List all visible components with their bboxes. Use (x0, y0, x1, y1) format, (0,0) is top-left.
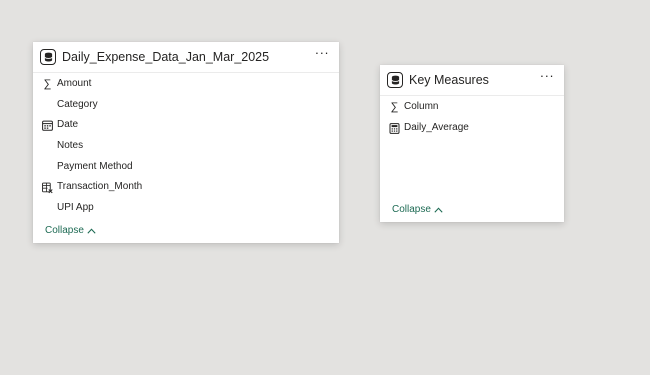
field-label: Daily_Average (404, 121, 469, 133)
field-label: Transaction_Month (57, 181, 143, 193)
table-card-header[interactable]: Daily_Expense_Data_Jan_Mar_2025 ··· (33, 42, 339, 73)
table-card-key-measures[interactable]: Key Measures ··· ∑ Column Daily_Average … (380, 65, 564, 222)
calendar-icon (42, 120, 53, 132)
field-item-daily-average[interactable]: Daily_Average (380, 118, 564, 139)
field-item-column[interactable]: ∑ Column (380, 97, 564, 118)
calculated-column-icon (42, 182, 53, 194)
collapse-label: Collapse (45, 225, 84, 236)
field-label: UPI App (57, 202, 94, 214)
field-item-date[interactable]: Date (33, 115, 339, 136)
table-icon (387, 72, 403, 88)
field-label: Amount (57, 78, 92, 89)
table-card-daily-expense[interactable]: Daily_Expense_Data_Jan_Mar_2025 ··· ∑ Am… (33, 42, 339, 243)
field-item-upi-app[interactable]: UPI App (33, 198, 339, 219)
field-list: ∑ Column Daily_Average (380, 97, 564, 138)
field-label: Column (404, 101, 439, 112)
field-item-amount[interactable]: ∑ Amount (33, 74, 339, 95)
sigma-icon: ∑ (390, 101, 399, 113)
table-card-header[interactable]: Key Measures ··· (380, 65, 564, 96)
field-label: Date (57, 119, 79, 131)
field-item-category[interactable]: Category (33, 95, 339, 116)
table-title: Daily_Expense_Data_Jan_Mar_2025 (62, 50, 270, 64)
sigma-icon: ∑ (43, 78, 52, 90)
field-item-transaction-month[interactable]: Transaction_Month (33, 177, 339, 198)
more-options-button[interactable]: ··· (538, 69, 556, 86)
field-item-notes[interactable]: Notes (33, 136, 339, 157)
field-label: Notes (57, 140, 84, 152)
field-list: ∑ Amount Category Date Notes Payment Met… (33, 74, 339, 219)
more-options-button[interactable]: ··· (313, 46, 331, 63)
field-item-payment-method[interactable]: Payment Method (33, 157, 339, 178)
collapse-button[interactable]: Collapse (392, 204, 443, 215)
chevron-up-icon (87, 228, 96, 234)
calculator-icon (389, 122, 400, 134)
collapse-button[interactable]: Collapse (45, 225, 96, 236)
field-label: Category (57, 98, 98, 110)
field-label: Payment Method (57, 160, 133, 172)
collapse-label: Collapse (392, 204, 431, 215)
table-icon (40, 49, 56, 65)
chevron-up-icon (434, 207, 443, 213)
table-title: Key Measures (409, 73, 489, 87)
